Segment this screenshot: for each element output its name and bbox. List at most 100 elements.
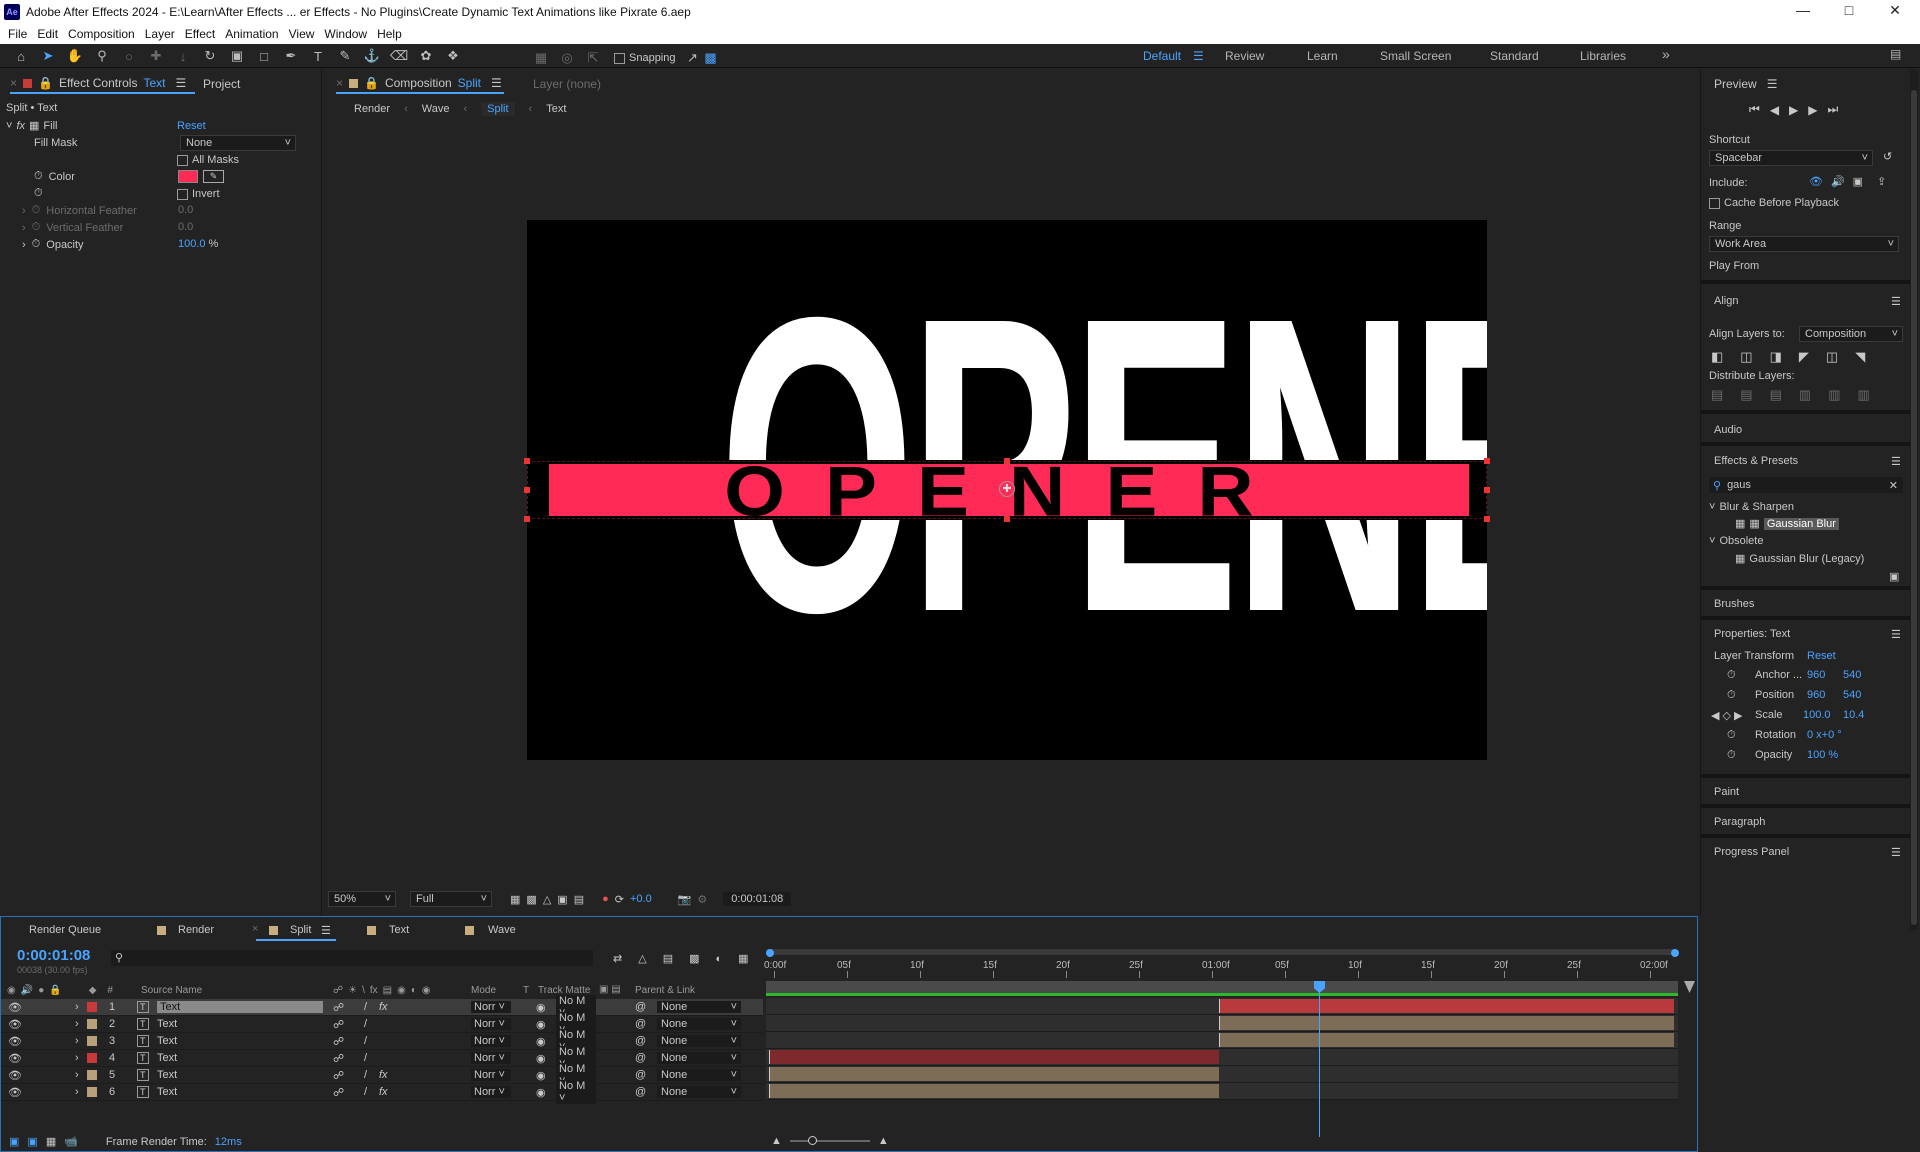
layer-tab[interactable]: Layer (none) [533,77,601,91]
fx-switch-icon[interactable]: fx [379,1069,388,1081]
expand-arrow-icon[interactable]: › [22,222,26,234]
distribute-left-icon[interactable]: ▥ [1799,387,1811,403]
home-icon[interactable]: ⌂ [12,47,30,65]
panel-menu-icon[interactable]: ☰ [1891,846,1901,859]
pan-tool-icon[interactable]: ✚ [147,47,165,65]
track-matte-icon[interactable]: ◉ [536,1001,546,1014]
pick-whip-icon[interactable]: @ [635,1035,646,1047]
tab-text[interactable]: Text [389,924,409,936]
roto-brush-icon[interactable]: ✿ [417,47,435,65]
layer-name[interactable]: Text [157,1086,177,1098]
collapse-transform-icon[interactable]: ☍ [333,1018,344,1031]
workspace-libraries[interactable]: Libraries [1580,49,1626,63]
paint-panel-title[interactable]: Paint [1714,786,1739,798]
track-matte-icon[interactable]: ◉ [536,1035,546,1048]
transform-handle[interactable] [524,487,530,493]
stopwatch-icon[interactable]: ⏱ [34,170,43,183]
layer-name[interactable]: Text [157,1018,177,1030]
collapse-transform-icon[interactable]: ☍ [333,1052,344,1065]
expand-arrow-icon[interactable]: › [75,1086,79,1098]
stopwatch-icon[interactable]: ⏱ [32,238,41,251]
orbit-tool-icon[interactable]: ○ [120,47,138,65]
current-time-indicator[interactable] [1319,987,1320,1137]
mode-dropdown[interactable]: Norr ˅ [471,1018,511,1030]
close-tab-icon[interactable]: × [252,923,258,935]
expand-arrow-icon[interactable]: ˅ [1709,535,1715,547]
transparency-grid-icon[interactable]: ▩ [526,893,536,906]
zoom-out-icon[interactable]: ▲ [771,1135,782,1147]
menu-effect[interactable]: Effect [185,24,215,44]
tab-menu-icon[interactable]: ☰ [491,76,502,90]
current-time-display[interactable]: 0:00:01:08 [723,892,792,906]
invert-checkbox[interactable] [177,188,188,200]
menu-window[interactable]: Window [324,24,367,44]
layer-row[interactable]: 👁›3TText☍/Norr ˅◉No M ˅@None˅ [1,1029,763,1053]
mode-dropdown[interactable]: Norr ˅ [471,1069,511,1081]
menu-animation[interactable]: Animation [225,24,278,44]
audio-toggle-icon[interactable]: 🔊 [1831,175,1845,188]
color-channels-icon[interactable]: ● [602,893,609,905]
selection-tool-icon[interactable]: ➤ [39,47,57,65]
expand-arrow-icon[interactable]: › [22,239,26,251]
properties-reset-link[interactable]: Reset [1807,650,1836,662]
range-dropdown[interactable]: Work Area ˅ [1709,236,1899,252]
shortcut-dropdown[interactable]: Spacebar ˅ [1709,150,1873,166]
breadcrumb-render[interactable]: Render [354,103,390,115]
quality-switch-icon[interactable]: / [364,1086,367,1098]
pick-whip-icon[interactable]: @ [635,1086,646,1098]
workspace-review[interactable]: Review [1225,49,1264,63]
track-matte-icon[interactable]: ◉ [536,1018,546,1031]
timeline-timecode[interactable]: 0:00:01:08 [17,947,90,964]
mode-dropdown[interactable]: Norr ˅ [471,1035,511,1047]
close-tab-icon[interactable]: × [336,76,343,90]
navigator-end-handle[interactable] [1671,949,1679,957]
resolution-dropdown[interactable]: Full ˅ [410,891,492,907]
align-to-dropdown[interactable]: Composition ˅ [1799,326,1903,342]
zoom-tool-icon[interactable]: ⚲ [93,47,111,65]
quality-switch-icon[interactable]: / [364,1001,367,1013]
align-hcenter-icon[interactable]: ◫ [1740,349,1752,365]
lock-icon[interactable]: 🔒 [38,76,53,90]
collapse-transform-icon[interactable]: ☍ [333,1035,344,1048]
transform-handle[interactable] [1484,487,1490,493]
prop-scale-x[interactable]: 100.0 [1803,709,1837,721]
motion-blur-icon[interactable]: ◐ [716,953,723,965]
transfer-controls-icon[interactable]: ▣ [27,1135,37,1148]
vertical-feather-value[interactable]: 0.0 [178,221,193,233]
draft-3d-icon[interactable]: △ [638,952,646,965]
pick-whip-icon[interactable]: @ [635,1069,646,1081]
pick-whip-icon[interactable]: @ [635,1001,646,1013]
expand-arrow-icon[interactable]: › [75,1001,79,1013]
overlays-toggle-icon[interactable]: ▣ [1853,175,1863,188]
time-graph[interactable]: 0:00f 05f 10f 15f 20f 25f 01:00f 05f 10f 15f 20f 25… [764,947,1695,1152]
layer-row[interactable]: 👁›2TText☍/Norr ˅◉No M ˅@None˅ [1,1012,763,1036]
layer-bar[interactable] [1219,999,1674,1013]
play-icon[interactable]: ▶ [1789,103,1798,117]
workspace-standard[interactable]: Standard [1490,49,1539,63]
layer-name[interactable]: Text [157,1035,177,1047]
fast-preview-icon[interactable]: ▦ [510,893,520,906]
color-swatch[interactable] [178,170,198,183]
track-matte-icon[interactable]: ◉ [536,1086,546,1099]
transform-handle[interactable] [524,458,530,464]
expand-arrow-icon[interactable]: › [75,1052,79,1064]
stopwatch-icon[interactable]: ⏱ [1727,729,1736,742]
in-out-icon[interactable]: ▦ [46,1135,56,1148]
horizontal-feather-value[interactable]: 0.0 [178,204,193,216]
collapse-transform-icon[interactable]: ☍ [333,1086,344,1099]
stopwatch-icon[interactable]: ⏱ [1727,749,1736,762]
rotate-tool-icon[interactable]: ↻ [201,47,219,65]
transform-handle[interactable] [1484,516,1490,522]
menu-composition[interactable]: Composition [68,24,135,44]
collapse-transform-icon[interactable]: ☍ [333,1069,344,1082]
layer-label-color[interactable] [87,1087,97,1097]
breadcrumb-wave[interactable]: Wave [422,103,450,115]
tab-split[interactable]: Split [290,924,311,936]
effects-search-input[interactable]: ⚲ gaus ✕ [1709,477,1903,493]
stopwatch-icon[interactable]: ⏱ [32,204,41,217]
expand-arrow-icon[interactable]: › [75,1035,79,1047]
prop-anchor-x[interactable]: 960 [1807,669,1825,681]
timeline-zoom-slider[interactable] [789,1136,870,1145]
time-ruler[interactable]: 0:00f 05f 10f 15f 20f 25f 01:00f 05f 10f 15f 20f 25… [764,957,1680,979]
grid-guides-icon[interactable]: ▤ [574,893,584,906]
